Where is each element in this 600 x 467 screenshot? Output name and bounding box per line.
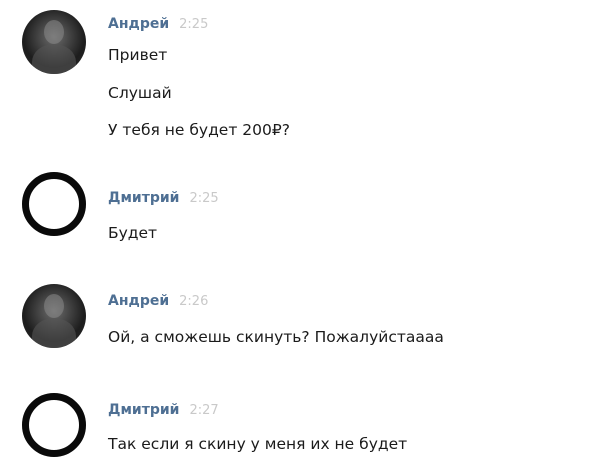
message-header: Дмитрий 2:27 [108, 402, 219, 418]
message-header: Дмитрий 2:25 [108, 190, 219, 206]
author-name[interactable]: Андрей [108, 16, 169, 32]
message-text: Так если я скину у меня их не будет [108, 435, 408, 453]
avatar[interactable] [22, 172, 86, 236]
message-text: У тебя не будет 200₽? [108, 121, 290, 139]
message-time: 2:25 [179, 17, 209, 32]
message-time: 2:26 [179, 294, 209, 309]
avatar[interactable] [22, 10, 86, 74]
author-name[interactable]: Дмитрий [108, 190, 179, 206]
avatar[interactable] [22, 284, 86, 348]
message-header: Андрей 2:25 [108, 16, 208, 32]
avatar-silhouette-body [32, 44, 76, 74]
message-text: Привет [108, 46, 168, 64]
avatar[interactable] [22, 393, 86, 457]
avatar-silhouette-body [32, 318, 76, 348]
author-name[interactable]: Андрей [108, 293, 169, 309]
message-time: 2:27 [189, 403, 219, 418]
message-text: Будет [108, 224, 158, 242]
avatar-silhouette-head [44, 20, 64, 44]
chat-history: Андрей 2:25 Привет Слушай У тебя не будет… [0, 0, 600, 467]
author-name[interactable]: Дмитрий [108, 402, 179, 418]
message-header: Андрей 2:26 [108, 293, 208, 309]
message-text: Слушай [108, 84, 172, 102]
message-text: Ой, а сможешь скинуть? Пожалуйстаааа [108, 328, 444, 346]
message-time: 2:25 [189, 191, 219, 206]
avatar-silhouette-head [44, 294, 64, 318]
